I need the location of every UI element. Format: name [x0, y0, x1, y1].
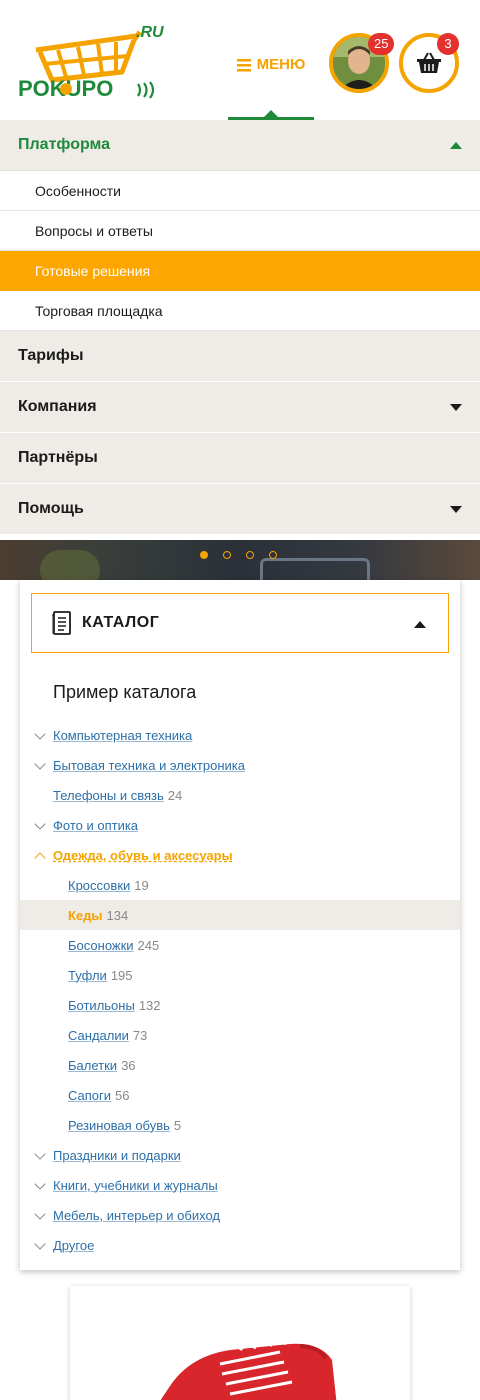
pokupo-logo[interactable]: .RU POKUPO — [18, 20, 168, 102]
slider-dot[interactable] — [223, 551, 231, 559]
chevron-down-icon[interactable] — [34, 758, 46, 770]
catalog-subcategory: Кроссовки 19 — [20, 870, 460, 900]
banner-image-shape — [260, 558, 370, 580]
catalog-category: Мебель, интерьер и обиход — [20, 1200, 460, 1230]
catalog-link[interactable]: Кроссовки — [68, 878, 130, 893]
catalog-category: Книги, учебники и журналы — [20, 1170, 460, 1200]
banner-image-shape — [40, 550, 100, 580]
slider-dot[interactable] — [246, 551, 254, 559]
sneaker-image — [160, 1339, 337, 1400]
catalog-link[interactable]: Мебель, интерьер и обиход — [53, 1208, 220, 1223]
nav-section-label: Тарифы — [18, 347, 84, 364]
cart-count-badge: 3 — [437, 33, 459, 55]
catalog-category: Телефоны и связь 24 — [20, 780, 460, 810]
nav-section-help[interactable]: Помощь — [0, 484, 480, 535]
item-count: 245 — [137, 937, 160, 953]
nav-section-label: Помощь — [18, 500, 84, 517]
catalog-category: Другое — [20, 1230, 460, 1260]
chevron-down-icon[interactable] — [34, 1238, 46, 1250]
expand-arrow-icon — [450, 505, 462, 513]
catalog-subcategory: Босоножки 245 — [20, 930, 460, 960]
main-navigation: Платформа Особенности Вопросы и ответы Г… — [0, 120, 480, 535]
nav-sub-ready-solutions[interactable]: Готовые решения — [0, 251, 480, 291]
item-count: 56 — [115, 1087, 130, 1103]
catalog-link[interactable]: Одежда, обувь и аксесуары — [53, 848, 233, 863]
catalog-link[interactable]: Кеды — [68, 908, 103, 923]
chevron-down-icon[interactable] — [34, 728, 46, 740]
catalog-subcategory: Кеды 134 — [20, 900, 460, 930]
chevron-down-icon[interactable] — [34, 818, 46, 830]
chevron-down-icon[interactable] — [34, 1148, 46, 1160]
catalog-link[interactable]: Праздники и подарки — [53, 1148, 181, 1163]
catalog-subcategory: Сапоги 56 — [20, 1080, 460, 1110]
nav-section-label: Компания — [18, 398, 97, 415]
svg-text:.RU: .RU — [136, 24, 164, 41]
item-count: 5 — [173, 1117, 182, 1133]
catalog-category: Бытовая техника и электроника — [20, 750, 460, 780]
slider-dots — [200, 551, 277, 559]
basket-icon — [417, 52, 441, 73]
catalog-subcategory: Сандалии 73 — [20, 1020, 460, 1050]
nav-sub-features[interactable]: Особенности — [0, 171, 480, 211]
catalog-subcategory: Туфли 195 — [20, 960, 460, 990]
site-header: .RU POKUPO МЕНЮ 25 3 — [0, 0, 480, 120]
catalog-link[interactable]: Босоножки — [68, 938, 134, 953]
notification-badge: 25 — [368, 33, 395, 55]
nav-section-label: Платформа — [18, 136, 111, 153]
collapse-arrow-icon — [450, 141, 462, 149]
catalog-link[interactable]: Бытовая техника и электроника — [53, 758, 245, 773]
catalog-subcategory: Балетки 36 — [20, 1050, 460, 1080]
catalog-link[interactable]: Туфли — [68, 968, 107, 983]
catalog-link[interactable]: Балетки — [68, 1058, 117, 1073]
nav-section-partners[interactable]: Партнёры — [0, 433, 480, 484]
chevron-up-icon[interactable] — [34, 852, 46, 864]
item-count: 36 — [121, 1057, 136, 1073]
slider-dot[interactable] — [269, 551, 277, 559]
nav-section-label: Партнёры — [18, 449, 98, 466]
catalog-panel: КАТАЛОГ Пример каталога Компьютерная тех… — [20, 580, 460, 1270]
catalog-subcategory: Резиновая обувь 5 — [20, 1110, 460, 1140]
catalog-link[interactable]: Ботильоны — [68, 998, 135, 1013]
catalog-category: Одежда, обувь и аксесуары — [20, 840, 460, 870]
item-count: 134 — [106, 907, 129, 923]
catalog-link[interactable]: Телефоны и связь — [53, 788, 164, 803]
nav-sub-faq[interactable]: Вопросы и ответы — [0, 211, 480, 251]
item-count: 195 — [110, 967, 133, 983]
catalog-link[interactable]: Книги, учебники и журналы — [53, 1178, 218, 1193]
menu-button[interactable]: МЕНЮ — [228, 38, 314, 120]
catalog-category: Фото и оптика — [20, 810, 460, 840]
nav-section-platform[interactable]: Платформа — [0, 120, 480, 171]
nav-sub-marketplace[interactable]: Торговая площадка — [0, 291, 480, 331]
catalog-document-icon — [52, 611, 71, 635]
slider-dot[interactable] — [200, 551, 208, 559]
item-count: 24 — [167, 787, 183, 803]
catalog-link[interactable]: Сандалии — [68, 1028, 129, 1043]
catalog-link[interactable]: Другое — [53, 1238, 94, 1253]
expand-arrow-icon — [450, 403, 462, 411]
catalog-name: Пример каталога — [53, 682, 197, 702]
product-card[interactable] — [70, 1286, 410, 1400]
catalog-subcategory: Ботильоны 132 — [20, 990, 460, 1020]
catalog-toggle[interactable]: КАТАЛОГ — [31, 593, 449, 653]
catalog-category: Компьютерная техника — [20, 720, 460, 750]
chevron-down-icon[interactable] — [34, 1178, 46, 1190]
catalog-title: КАТАЛОГ — [82, 614, 160, 631]
hamburger-icon — [236, 59, 251, 72]
nav-section-company[interactable]: Компания — [0, 382, 480, 433]
catalog-link[interactable]: Резиновая обувь — [68, 1118, 170, 1133]
chevron-down-icon[interactable] — [34, 1208, 46, 1220]
menu-active-caret — [264, 110, 278, 117]
nav-section-tariffs[interactable]: Тарифы — [0, 331, 480, 382]
catalog-tree: Компьютерная техника Бытовая техника и эл… — [20, 720, 460, 1260]
item-count: 73 — [132, 1027, 148, 1043]
catalog-category: Праздники и подарки — [20, 1140, 460, 1170]
menu-label: МЕНЮ — [256, 56, 306, 73]
item-count: 19 — [134, 877, 149, 893]
banner-slider — [0, 540, 480, 580]
collapse-arrow-icon — [414, 621, 426, 628]
item-count: 132 — [138, 997, 161, 1013]
catalog-link[interactable]: Сапоги — [68, 1088, 111, 1103]
catalog-link[interactable]: Компьютерная техника — [53, 728, 192, 743]
catalog-link[interactable]: Фото и оптика — [53, 818, 138, 833]
